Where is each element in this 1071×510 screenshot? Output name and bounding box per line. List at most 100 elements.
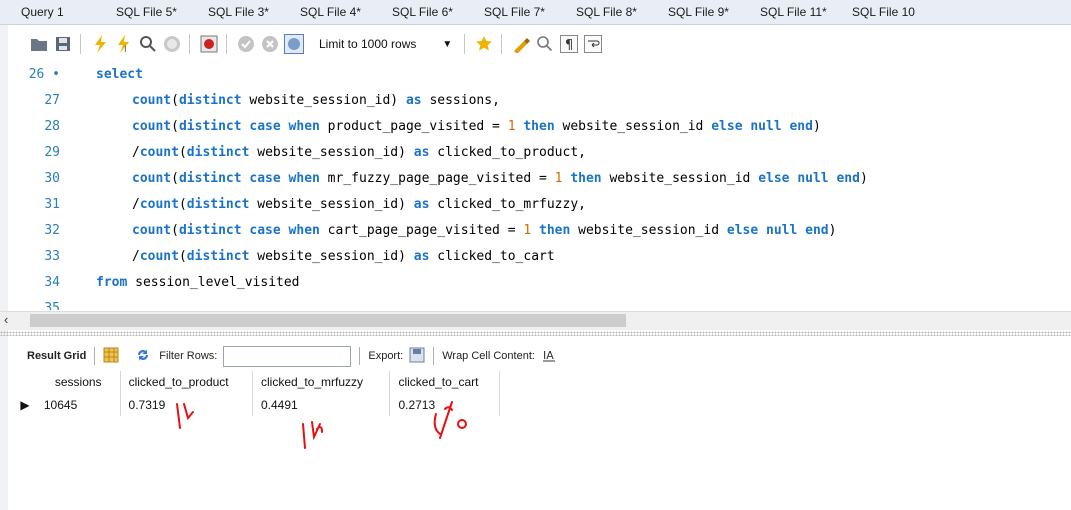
export-icon[interactable] (409, 347, 425, 366)
ink-stroke (433, 413, 441, 435)
code-token: count (139, 249, 179, 264)
column-header[interactable]: sessions (40, 371, 121, 394)
code-token: / (132, 145, 140, 160)
refresh-icon[interactable] (135, 347, 151, 366)
code-token: ) (859, 171, 868, 186)
code-token: count (132, 171, 172, 186)
line-number: 28 (44, 119, 60, 134)
grid-view-icon[interactable] (103, 347, 119, 366)
line-number: 35 (44, 301, 60, 310)
commit-icon[interactable] (235, 33, 257, 55)
table-cell[interactable]: 0.4491 (253, 394, 391, 416)
code-line[interactable]: 31 /count(distinct website_session_id) as… (8, 192, 586, 218)
tab-sql-file[interactable]: SQL File 5* (96, 0, 188, 24)
code-token: website_session_id) (249, 197, 414, 212)
tab-sql-file[interactable]: SQL File 8* (556, 0, 648, 24)
explain-icon[interactable] (137, 33, 159, 55)
filter-rows-label: Filter Rows: (159, 350, 218, 362)
code-token: distinct (178, 93, 242, 108)
autocommit-icon[interactable] (283, 33, 305, 55)
toolbar-separator (464, 34, 466, 54)
execute-icon[interactable] (89, 33, 111, 55)
code-line[interactable]: 26 • select (8, 62, 143, 88)
code-token: ( (171, 119, 179, 134)
tab-sql-file[interactable]: SQL File 10 (832, 0, 924, 24)
table-cell[interactable]: 10645 (40, 394, 121, 416)
line-number: 32 (44, 223, 60, 238)
toggle-errors-icon[interactable] (198, 33, 220, 55)
code-token: clicked_to_cart (429, 249, 555, 264)
line-number: 31 (44, 197, 60, 212)
code-line[interactable]: 32 count(distinct case when cart_page_pag… (8, 218, 836, 244)
execute-selection-icon[interactable]: I (113, 33, 135, 55)
code-line[interactable]: 28 count(distinct case when product_page_… (8, 114, 820, 140)
chevron-down-icon: ▼ (442, 38, 453, 50)
row-header-corner (10, 371, 40, 394)
code-token: ( (171, 223, 179, 238)
stop-icon[interactable] (161, 33, 183, 55)
result-grid-tab[interactable]: Result Grid (27, 350, 86, 362)
code-token: count (139, 197, 179, 212)
invisible-chars-icon[interactable]: ¶ (558, 33, 580, 55)
tab-sql-file[interactable]: SQL File 3* (188, 0, 280, 24)
wrap-cell-label: Wrap Cell Content: (442, 350, 535, 362)
tab-sql-file[interactable]: SQL File 7* (464, 0, 556, 24)
code-token: website_session_id) (241, 93, 406, 108)
svg-text:IA: IA (543, 349, 554, 362)
table-row[interactable]: ▶ 10645 0.7319 0.4491 0.2713 (10, 394, 500, 416)
code-token: clicked_to_product, (429, 145, 586, 160)
code-line[interactable]: 30 count(distinct case when mr_fuzzy_page… (8, 166, 868, 192)
scrollbar-thumb[interactable] (30, 314, 626, 327)
tab-query-1[interactable]: Query 1 (0, 0, 96, 24)
code-token: ( (178, 197, 187, 212)
code-token: as (413, 197, 430, 212)
open-folder-icon[interactable] (28, 33, 50, 55)
tab-sql-file[interactable]: SQL File 9* (648, 0, 740, 24)
code-token: distinct (186, 145, 250, 160)
wrap-icon[interactable] (582, 33, 604, 55)
ink-stroke (457, 419, 467, 429)
code-line[interactable]: 27 count(distinct website_session_id) as … (8, 88, 500, 114)
save-icon[interactable] (52, 33, 74, 55)
code-line[interactable]: 33 /count(distinct website_session_id) as… (8, 244, 555, 270)
code-token: then (539, 223, 571, 238)
toolbar-separator (501, 34, 503, 54)
code-token: select (96, 67, 143, 82)
beautify-icon[interactable] (510, 33, 532, 55)
code-token: as (413, 145, 430, 160)
code-token: / (132, 197, 140, 212)
tab-sql-file[interactable]: SQL File 6* (372, 0, 464, 24)
limit-rows-label: Limit to 1000 rows (319, 37, 417, 51)
tab-sql-file[interactable]: SQL File 4* (280, 0, 372, 24)
code-line[interactable]: 34 from session_level_visited (8, 270, 299, 296)
sql-editor[interactable]: 26 • select 27 count(distinct website_sessi… (0, 62, 1071, 310)
code-line[interactable]: 35 (8, 296, 96, 310)
code-token: cart_page_page_visited = (319, 223, 524, 238)
table-cell[interactable]: 0.2713 (390, 394, 500, 416)
column-header[interactable]: clicked_to_product (121, 371, 254, 394)
filter-rows-input[interactable] (223, 345, 352, 367)
code-token: website_session_id) (249, 145, 414, 160)
column-header[interactable]: clicked_to_cart (390, 371, 500, 394)
add-snippet-icon[interactable] (473, 33, 495, 55)
panel-splitter[interactable] (0, 331, 1071, 336)
line-number: 33 (44, 249, 60, 264)
wrap-cell-icon[interactable]: IA (542, 348, 556, 365)
code-token: website_session_id) (249, 249, 414, 264)
rollback-icon[interactable] (259, 33, 281, 55)
table-cell[interactable]: 0.7319 (121, 394, 253, 416)
column-header[interactable]: clicked_to_mrfuzzy (253, 371, 391, 394)
code-line[interactable]: 29 /count(distinct website_session_id) as… (8, 140, 586, 166)
scroll-left-icon[interactable]: ‹ (4, 312, 8, 327)
find-icon[interactable] (534, 33, 556, 55)
editor-horizontal-scrollbar[interactable]: ‹ (0, 311, 1071, 330)
toolbar-separator (433, 347, 435, 365)
result-grid: sessions clicked_to_product clicked_to_m… (10, 371, 500, 416)
code-token: 1 (554, 171, 563, 186)
limit-rows-select[interactable]: Limit to 1000 rows ▼ (313, 33, 458, 55)
tab-sql-file[interactable]: SQL File 11* (740, 0, 832, 24)
code-token: distinct (186, 249, 250, 264)
code-token: distinct (186, 197, 250, 212)
toolbar-separator (94, 347, 96, 365)
